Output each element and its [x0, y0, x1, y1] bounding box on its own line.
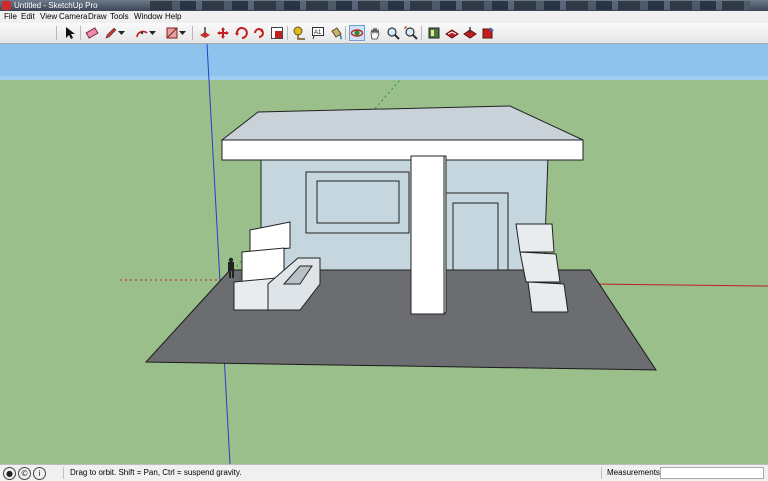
menu-tools[interactable]: Tools: [110, 11, 129, 23]
floor-slab: [144, 269, 657, 371]
measurements-label: Measurements: [607, 468, 660, 477]
modeling-viewport[interactable]: [0, 44, 768, 464]
push-pull-icon[interactable]: [197, 25, 213, 41]
eraser-icon[interactable]: [84, 25, 100, 41]
title-bar: Untitled - SketchUp Pro: [0, 0, 768, 11]
zoom-extents-icon[interactable]: [403, 25, 419, 41]
toolbar-separator: [345, 26, 346, 40]
model-scene[interactable]: [0, 44, 768, 464]
status-separator: [601, 467, 602, 479]
column-side: [443, 155, 447, 316]
pan-icon[interactable]: [367, 25, 383, 41]
menu-camera[interactable]: Camera: [59, 11, 87, 23]
get-models-icon[interactable]: [462, 25, 478, 41]
sky-background: [0, 44, 768, 80]
roof-fascia: [221, 139, 584, 161]
right-step-bottom: [527, 281, 569, 313]
chevron-down-icon[interactable]: [178, 25, 186, 41]
toolbar-separator: [80, 26, 81, 40]
toolbar-separator: [192, 26, 193, 40]
text-tool-glyph: A1: [314, 30, 322, 36]
status-bar: ● © i Drag to orbit. Shift = Pan, Ctrl =…: [0, 464, 768, 481]
toolbar-separator: [287, 26, 288, 40]
credits-icon[interactable]: ©: [18, 467, 31, 480]
sketchup-app-icon: [2, 1, 11, 10]
menu-window[interactable]: Window: [134, 11, 162, 23]
menu-view[interactable]: View: [40, 11, 57, 23]
tape-measure-icon[interactable]: [292, 25, 308, 41]
scale-icon[interactable]: [269, 25, 285, 41]
components-icon[interactable]: [426, 25, 442, 41]
measurements-input[interactable]: [660, 467, 764, 479]
status-separator: [63, 467, 64, 479]
materials-icon[interactable]: [444, 25, 460, 41]
orbit-icon[interactable]: [349, 25, 365, 41]
offset-icon[interactable]: [251, 25, 267, 41]
paint-bucket-icon[interactable]: [328, 25, 344, 41]
rotate-icon[interactable]: [233, 25, 249, 41]
zoom-icon[interactable]: [385, 25, 401, 41]
menu-file[interactable]: File: [4, 11, 17, 23]
right-step-middle: [519, 251, 561, 283]
right-step-top: [515, 223, 555, 253]
chevron-down-icon[interactable]: [148, 25, 156, 41]
toolbar-separator: [56, 26, 57, 40]
text-icon[interactable]: A1: [310, 25, 326, 41]
window-title: Untitled - SketchUp Pro: [14, 1, 98, 10]
back-wall: [260, 155, 549, 271]
main-toolbar: A1: [0, 23, 768, 44]
select-icon[interactable]: [62, 25, 78, 41]
help-icon[interactable]: i: [33, 467, 46, 480]
blurred-desktop-area: [150, 1, 750, 10]
geo-location-icon[interactable]: ●: [3, 467, 16, 480]
share-model-icon[interactable]: [480, 25, 496, 41]
move-icon[interactable]: [215, 25, 231, 41]
toolbar-separator: [421, 26, 422, 40]
menu-help[interactable]: Help: [165, 11, 181, 23]
chevron-down-icon[interactable]: [117, 25, 125, 41]
menu-draw[interactable]: Draw: [88, 11, 107, 23]
column-front: [410, 155, 445, 315]
menu-edit[interactable]: Edit: [21, 11, 35, 23]
status-message: Drag to orbit. Shift = Pan, Ctrl = suspe…: [70, 468, 242, 477]
